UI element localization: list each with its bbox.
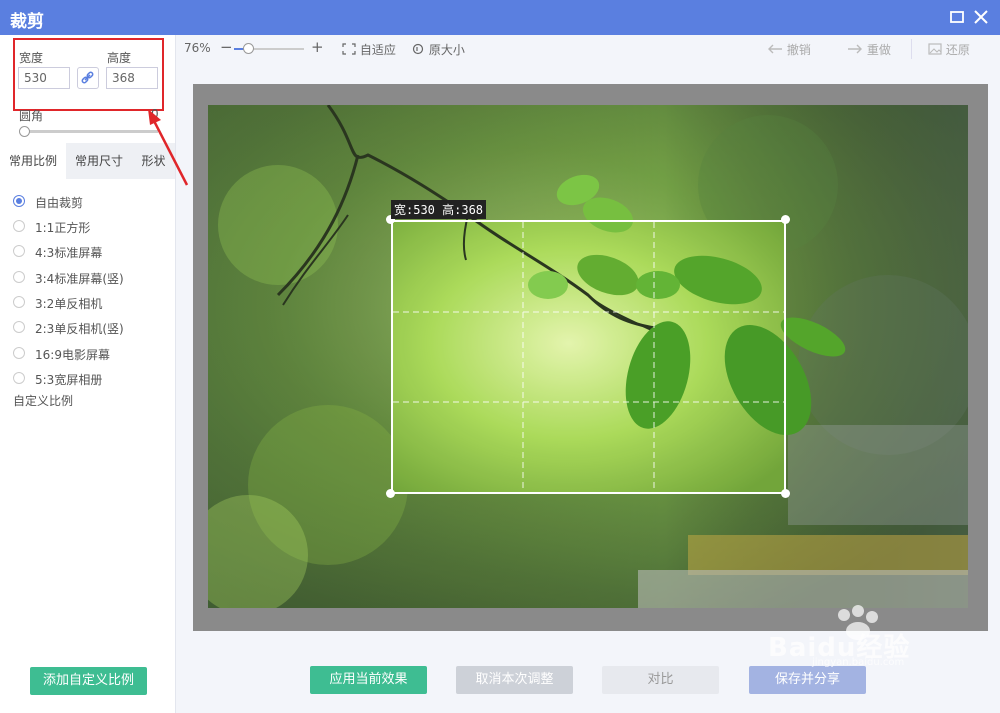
maximize-button[interactable] <box>948 8 966 26</box>
crop-size-label: 宽:530 高:368 <box>391 200 487 219</box>
corner-radius-slider-handle[interactable] <box>19 126 30 137</box>
annotation-arrow <box>148 109 189 186</box>
crop-handle-top-right[interactable] <box>781 215 790 224</box>
window-title: 裁剪 <box>10 12 44 32</box>
ratio-option-label: 3:2单反相机 <box>35 297 103 311</box>
radio-selected[interactable] <box>13 195 25 207</box>
add-custom-ratio-button[interactable]: 添加自定义比例 <box>30 667 147 695</box>
toolbar: 76% − + 自适应 原大小 撤销 重做 还原 <box>176 35 1000 63</box>
radio[interactable] <box>13 321 25 333</box>
redo-arrow-icon <box>848 44 862 54</box>
radio[interactable] <box>13 271 25 283</box>
title-bar: 裁剪 <box>0 0 1000 35</box>
custom-ratio-label: 自定义比例 <box>13 394 74 408</box>
maximize-icon <box>950 11 964 23</box>
crop-box[interactable] <box>391 220 786 494</box>
restore-label: 还原 <box>945 43 970 57</box>
ratio-option-label: 2:3单反相机(竖) <box>35 322 124 336</box>
fit-button[interactable]: 自适应 <box>342 41 396 58</box>
fit-icon <box>342 43 356 55</box>
undo-button[interactable]: 撤销 <box>767 41 811 58</box>
tab-common-ratios[interactable]: 常用比例 <box>0 143 66 179</box>
close-button[interactable] <box>972 8 990 26</box>
redo-button[interactable]: 重做 <box>847 41 891 58</box>
undo-arrow-icon <box>768 44 782 54</box>
apply-button[interactable]: 应用当前效果 <box>310 666 427 694</box>
corner-radius-slider[interactable] <box>22 130 158 133</box>
ratio-option-label: 1:1正方形 <box>35 221 91 235</box>
undo-label: 撤销 <box>786 43 811 57</box>
ratio-option-label: 5:3宽屏相册 <box>35 373 103 387</box>
tab-common-sizes[interactable]: 常用尺寸 <box>66 143 132 179</box>
annotation-highlight-box <box>13 38 164 111</box>
ratio-option-label: 16:9电影屏幕 <box>35 348 110 362</box>
original-size-label: 原大小 <box>428 43 465 57</box>
crop-handle-bottom-right[interactable] <box>781 489 790 498</box>
redo-label: 重做 <box>866 43 891 57</box>
zoom-value: 76% <box>184 41 211 55</box>
radio[interactable] <box>13 347 25 359</box>
compare-button[interactable]: 对比 <box>602 666 719 694</box>
radio[interactable] <box>13 245 25 257</box>
toolbar-divider <box>911 39 912 59</box>
baidu-url-text: jingyan.baidu.com <box>812 657 905 668</box>
baidu-watermark: Baidu经验 jingyan.baidu.com <box>740 605 955 670</box>
zoom-slider-handle[interactable] <box>243 43 254 54</box>
corner-radius-label: 圆角 <box>19 109 44 123</box>
close-icon <box>974 10 988 24</box>
crop-grid-lines <box>393 222 784 492</box>
original-size-button[interactable]: 原大小 <box>412 41 465 58</box>
radio[interactable] <box>13 220 25 232</box>
image-icon <box>928 43 942 55</box>
save-share-button[interactable]: 保存并分享 <box>749 666 866 694</box>
radio[interactable] <box>13 372 25 384</box>
ratio-option-label: 4:3标准屏幕 <box>35 246 103 260</box>
magnifier-icon <box>412 43 424 55</box>
zoom-out-button[interactable]: − <box>220 38 233 56</box>
restore-button[interactable]: 还原 <box>928 41 970 58</box>
crop-handle-bottom-left[interactable] <box>386 489 395 498</box>
ratio-option-label: 自由裁剪 <box>35 196 84 210</box>
radio[interactable] <box>13 296 25 308</box>
cancel-adjustment-button[interactable]: 取消本次调整 <box>456 666 573 694</box>
ratio-option-label: 3:4标准屏幕(竖) <box>35 272 124 286</box>
fit-label: 自适应 <box>359 43 396 57</box>
zoom-in-button[interactable]: + <box>311 38 324 56</box>
